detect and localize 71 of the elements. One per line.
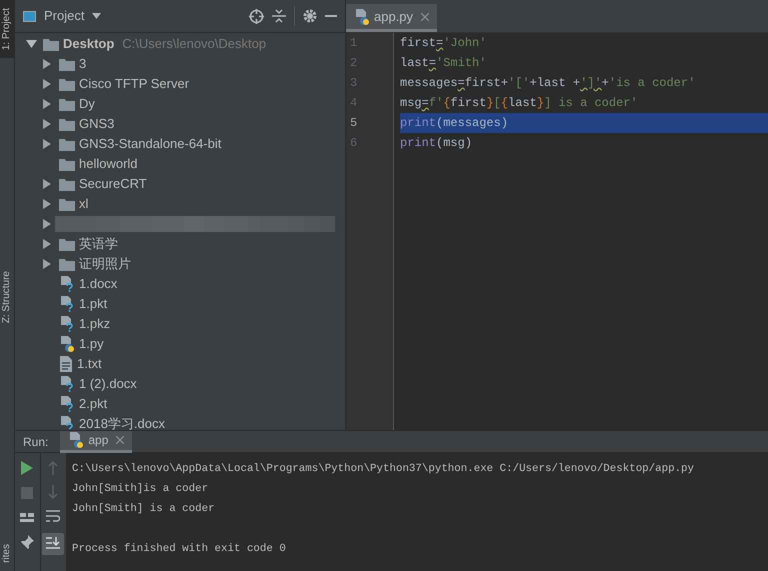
folder-name[interactable]: 3 bbox=[79, 54, 86, 74]
settings-icon[interactable] bbox=[303, 9, 317, 23]
folder-name[interactable]: Desktop bbox=[63, 34, 114, 54]
python-file-icon bbox=[59, 336, 75, 352]
side-tab[interactable]: Z: Structure bbox=[0, 263, 14, 332]
text-file-icon bbox=[59, 356, 73, 372]
folder-icon bbox=[59, 158, 75, 170]
folder-name[interactable]: helloworld bbox=[79, 154, 138, 174]
unknown-file-icon bbox=[59, 416, 75, 430]
file-name[interactable]: 1.txt bbox=[77, 354, 102, 374]
python-file-icon bbox=[68, 432, 84, 448]
line-number: 5 bbox=[349, 115, 358, 132]
console-line: John[Smith] is a coder bbox=[72, 502, 216, 517]
project-view-icon bbox=[23, 10, 36, 22]
folder-icon bbox=[59, 138, 75, 150]
run-tab[interactable]: app bbox=[60, 430, 132, 452]
folder-name[interactable]: xl bbox=[79, 194, 88, 214]
code-line: msg=f'{first}[{last}] is a coder' bbox=[400, 95, 639, 112]
folder-name[interactable]: SecureCRT bbox=[79, 174, 147, 194]
console-line: Process finished with exit code 0 bbox=[72, 542, 287, 557]
code-line: messages=first+'['+last +']'+'is a coder' bbox=[400, 75, 696, 92]
collapse-all-icon[interactable] bbox=[272, 9, 286, 23]
collapse-arrow-icon[interactable] bbox=[26, 40, 36, 48]
layout-icon[interactable] bbox=[20, 511, 34, 523]
close-icon[interactable] bbox=[421, 12, 430, 20]
run-icon[interactable] bbox=[21, 461, 34, 475]
run-label: Run: bbox=[23, 434, 48, 450]
folder-icon bbox=[59, 118, 75, 130]
folder-icon bbox=[59, 98, 75, 110]
unknown-file-icon bbox=[59, 396, 75, 412]
file-name[interactable]: 2018学习.docx bbox=[79, 414, 165, 430]
folder-icon bbox=[59, 58, 75, 70]
project-dropdown[interactable]: Project bbox=[44, 6, 102, 26]
folder-name[interactable]: Cisco TFTP Server bbox=[79, 74, 190, 94]
console-line: John[Smith]is a coder bbox=[72, 482, 210, 497]
folder-path: C:\Users\lenovo\Desktop bbox=[122, 35, 266, 54]
soft-wrap-icon[interactable] bbox=[46, 509, 60, 523]
folder-name[interactable]: 英语学 bbox=[79, 234, 118, 254]
scroll-to-end-icon[interactable] bbox=[42, 533, 64, 555]
folder-icon bbox=[59, 238, 75, 250]
caret-icon bbox=[92, 13, 102, 19]
locate-icon[interactable] bbox=[249, 8, 264, 24]
folder-icon bbox=[59, 198, 75, 210]
file-name[interactable]: 1.py bbox=[79, 334, 104, 354]
folder-icon bbox=[43, 38, 59, 50]
folder-name[interactable]: GNS3 bbox=[79, 114, 114, 134]
side-tab[interactable]: 1: Project bbox=[0, 0, 14, 58]
folder-icon bbox=[59, 178, 75, 190]
python-file-icon bbox=[354, 8, 370, 24]
code-line: print(msg) bbox=[400, 135, 474, 152]
file-name[interactable]: 1.pkz bbox=[79, 314, 110, 334]
file-name[interactable]: 1 (2).docx bbox=[79, 374, 137, 394]
file-name[interactable]: 1.pkt bbox=[79, 294, 108, 314]
code-line: first='John' bbox=[400, 35, 488, 52]
code-line: last='Smith' bbox=[400, 55, 488, 72]
unknown-file-icon bbox=[59, 296, 75, 312]
file-name[interactable]: 2.pkt bbox=[79, 394, 108, 414]
folder-name[interactable]: Dy bbox=[79, 94, 95, 114]
pin-icon[interactable] bbox=[20, 535, 34, 549]
file-name[interactable]: 1.docx bbox=[79, 274, 118, 294]
folder-icon bbox=[59, 78, 75, 90]
side-tab[interactable]: rites bbox=[0, 536, 14, 571]
folder-icon bbox=[59, 258, 75, 270]
editor-tab[interactable]: app.py bbox=[346, 4, 438, 32]
unknown-file-icon bbox=[59, 316, 75, 332]
close-icon[interactable] bbox=[116, 436, 124, 444]
unknown-file-icon bbox=[59, 276, 75, 292]
folder-name[interactable]: GNS3-Standalone-64-bit bbox=[79, 134, 222, 154]
unknown-file-icon bbox=[59, 376, 75, 392]
folder-name[interactable]: 证明照片 bbox=[79, 254, 131, 274]
console-line: C:\Users\lenovo\AppData\Local\Programs\Python\Python37\python.exe C:/Users/lenovo/Desktop/app.py bbox=[72, 462, 696, 477]
